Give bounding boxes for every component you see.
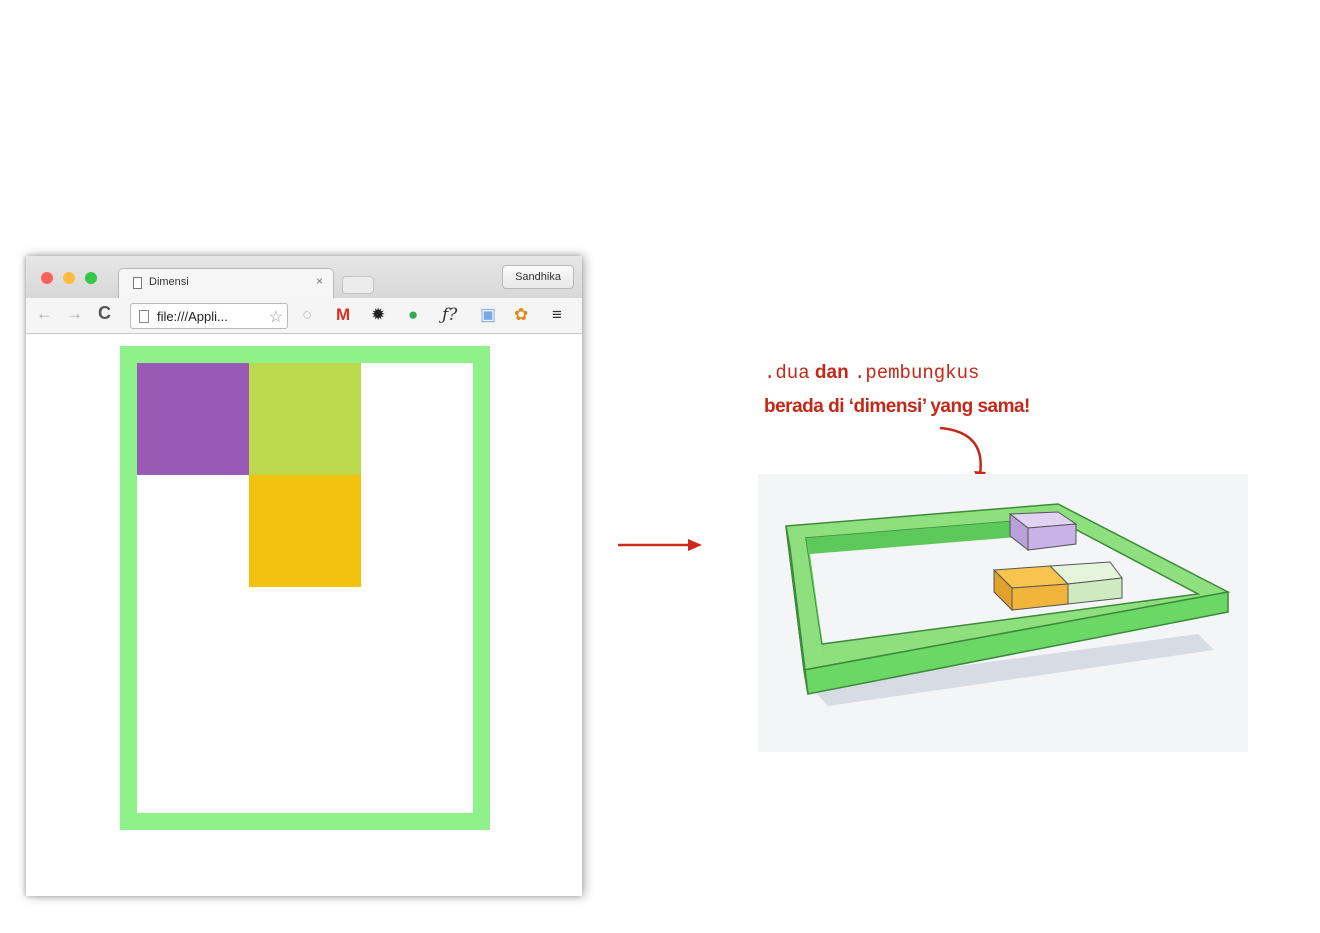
annotation-line-1: .dua dan .pembungkus (764, 362, 979, 384)
word-dan: dan (814, 362, 849, 383)
3d-illustration (758, 474, 1248, 752)
right-arrow-icon (618, 539, 702, 551)
annotation-line-2: berada di ‘dimensi’ yang sama! (764, 396, 1030, 417)
code-pembungkus: .pembungkus (853, 362, 980, 384)
3d-frame-drawing (785, 503, 1231, 706)
code-dua: .dua (764, 362, 810, 384)
arrows-layer (618, 426, 986, 551)
orange-block (992, 565, 1070, 612)
purple-block (1008, 511, 1078, 552)
